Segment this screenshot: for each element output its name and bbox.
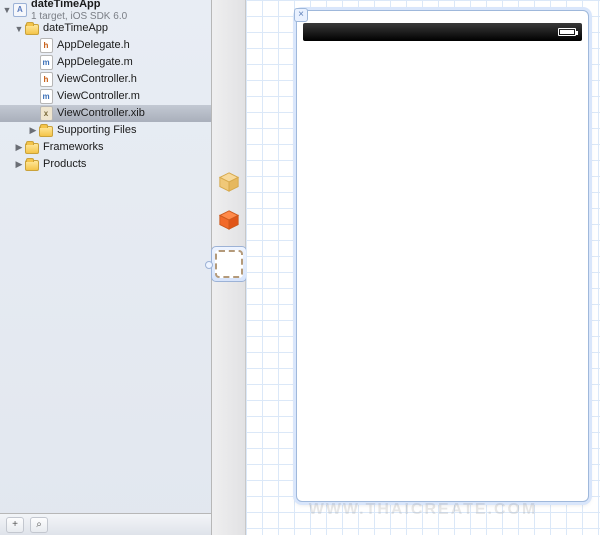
project-navigator: ▼ dateTimeApp 1 target, iOS SDK 6.0 ▼ da… bbox=[0, 0, 212, 535]
document-outline-dock bbox=[212, 0, 246, 535]
xib-file-icon: x bbox=[38, 106, 54, 122]
group-label: Frameworks bbox=[43, 142, 104, 153]
folder-icon bbox=[24, 21, 40, 37]
ib-canvas[interactable]: × WWW.THAICREATE.COM bbox=[246, 0, 600, 535]
impl-file-icon: m bbox=[38, 55, 54, 71]
placeholder-cube-icon[interactable] bbox=[217, 170, 241, 194]
filter-button[interactable]: ⌕ bbox=[30, 517, 48, 533]
group-row-products[interactable]: ▶ Products bbox=[0, 156, 211, 173]
battery-icon bbox=[558, 28, 576, 36]
group-label: Supporting Files bbox=[57, 125, 137, 136]
disclosure-triangle-icon[interactable]: ▼ bbox=[14, 24, 24, 34]
add-button[interactable]: + bbox=[6, 517, 24, 533]
navigator-footer: + ⌕ bbox=[0, 513, 211, 535]
folder-icon bbox=[24, 157, 40, 173]
status-bar bbox=[303, 23, 582, 41]
folder-icon bbox=[38, 123, 54, 139]
file-name-label: ViewController.xib bbox=[57, 108, 145, 119]
xcode-project-icon bbox=[12, 2, 28, 18]
device-view-frame[interactable]: × bbox=[296, 10, 589, 502]
file-name-label: ViewController.m bbox=[57, 91, 140, 102]
close-scene-button[interactable]: × bbox=[294, 8, 308, 22]
file-row[interactable]: m AppDelegate.m bbox=[0, 54, 211, 71]
group-label: dateTimeApp bbox=[43, 23, 108, 34]
header-file-icon: h bbox=[38, 38, 54, 54]
file-row[interactable]: h ViewController.h bbox=[0, 71, 211, 88]
view-object-icon[interactable] bbox=[211, 246, 247, 282]
file-name-label: AppDelegate.h bbox=[57, 40, 130, 51]
project-subtitle-label: 1 target, iOS SDK 6.0 bbox=[31, 11, 127, 22]
folder-icon bbox=[24, 140, 40, 156]
disclosure-triangle-icon[interactable]: ▶ bbox=[14, 160, 24, 170]
files-owner-cube-icon[interactable] bbox=[217, 208, 241, 232]
file-row[interactable]: h AppDelegate.h bbox=[0, 37, 211, 54]
project-name-label: dateTimeApp bbox=[31, 0, 100, 10]
group-row-root[interactable]: ▼ dateTimeApp bbox=[0, 20, 211, 37]
dashed-view-icon bbox=[215, 250, 243, 278]
file-row[interactable]: m ViewController.m bbox=[0, 88, 211, 105]
disclosure-triangle-icon[interactable]: ▼ bbox=[2, 5, 12, 15]
disclosure-triangle-icon[interactable]: ▶ bbox=[28, 126, 38, 136]
impl-file-icon: m bbox=[38, 89, 54, 105]
group-label: Products bbox=[43, 159, 86, 170]
group-row-frameworks[interactable]: ▶ Frameworks bbox=[0, 139, 211, 156]
header-file-icon: h bbox=[38, 72, 54, 88]
file-row-selected[interactable]: x ViewController.xib bbox=[0, 105, 211, 122]
file-name-label: ViewController.h bbox=[57, 74, 137, 85]
project-root-row[interactable]: ▼ dateTimeApp 1 target, iOS SDK 6.0 bbox=[0, 0, 211, 20]
disclosure-triangle-icon[interactable]: ▶ bbox=[14, 143, 24, 153]
file-name-label: AppDelegate.m bbox=[57, 57, 133, 68]
group-row-supporting[interactable]: ▶ Supporting Files bbox=[0, 122, 211, 139]
